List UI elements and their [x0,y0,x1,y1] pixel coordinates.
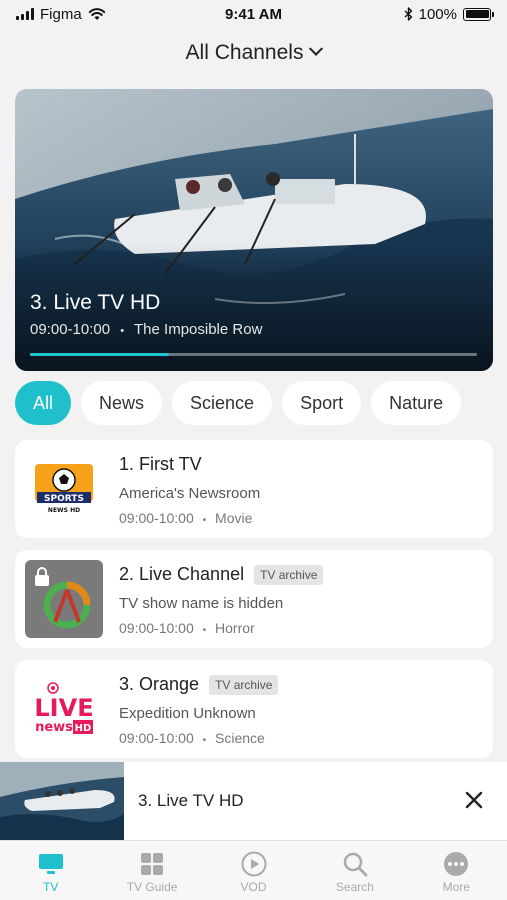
channel-program-time: 09:00-10:00 [119,620,194,636]
channel-list-item[interactable]: SPORTS NEWS HD 1. First TV America's New… [15,440,493,538]
channel-program-name: America's Newsroom [119,485,261,502]
featured-channel-card[interactable]: 3. Live TV HD 09:00-10:00 • The Imposibl… [15,89,493,371]
battery-icon [463,7,494,21]
tab-label: VOD [240,880,267,894]
search-icon [343,852,368,877]
bluetooth-icon [404,7,412,21]
locked-channel-logo [25,560,103,638]
channel-program-meta: 09:00-10:00 • Movie [119,510,252,526]
live-news-hd-logo: LIVE news HD [25,670,103,748]
featured-program-time: 09:00-10:00 [30,321,111,338]
tv-archive-badge: TV archive [254,564,324,585]
close-icon[interactable] [463,789,485,811]
sports-news-hd-logo: SPORTS NEWS HD [25,450,103,528]
wifi-icon [88,8,105,20]
channel-name-row: 2. Live Channel TV archive [119,564,324,585]
featured-program-info: 09:00-10:00 • The Imposible Row [30,321,262,338]
more-icon [444,852,469,876]
channel-program-genre: Movie [215,510,253,526]
separator-dot: • [202,735,207,746]
bottom-tab-bar: TV TV Guide VOD Search More [0,840,507,900]
tab-search[interactable]: Search [304,841,405,900]
category-all[interactable]: All [15,381,72,425]
channel-name: 2. Live Channel [119,564,245,584]
tv-archive-badge: TV archive [209,674,279,695]
logo-live-text: LIVE [34,694,93,722]
status-right: 100% [404,5,494,23]
tv-icon [38,854,63,874]
category-sport[interactable]: Sport [282,381,362,425]
channel-program-name: TV show name is hidden [119,595,284,612]
tab-more[interactable]: More [406,841,507,900]
featured-program-name: The Imposible Row [134,321,263,338]
tab-tv[interactable]: TV [0,841,101,900]
logo-hd-text: HD [75,723,92,734]
channel-program-genre: Horror [215,620,255,636]
tab-label: TV [43,880,59,894]
channel-name: 1. First TV [119,454,202,474]
separator-dot: • [202,515,207,526]
carrier-label: Figma [40,5,82,23]
channel-program-time: 09:00-10:00 [119,510,194,526]
battery-label: 100% [418,5,457,23]
category-filter-row: All News Science Sport Nature [15,381,507,425]
channel-name: 3. Orange [119,674,200,694]
category-science[interactable]: Science [172,381,273,425]
channel-program-genre: Science [215,730,265,746]
status-bar: Figma 9:41 AM 100% [0,0,507,28]
featured-progress-fill [30,353,169,356]
channel-list-item[interactable]: 2. Live Channel TV archive TV show name … [15,550,493,648]
tab-label: Search [335,880,374,894]
signal-icon [16,8,34,20]
status-left: Figma [16,6,106,23]
channel-name-row: 3. Orange TV archive [119,674,279,695]
mini-player-title: 3. Live TV HD [138,791,244,810]
status-time: 9:41 AM [225,5,282,23]
channel-list-item[interactable]: LIVE news HD 3. Orange TV archive Expedi… [15,660,493,758]
channel-program-meta: 09:00-10:00 • Science [119,730,265,746]
featured-channel-title: 3. Live TV HD [30,291,161,314]
featured-progress-bar [30,353,477,356]
separator-dot: • [120,325,125,337]
channel-name-row: 1. First TV [119,454,202,475]
play-circle-icon [241,851,267,877]
logo-news-text: news [35,720,73,735]
logo-sports-text: SPORTS [44,494,84,504]
category-news[interactable]: News [81,381,163,425]
chevron-down-icon [309,41,324,56]
tab-tv-guide[interactable]: TV Guide [101,841,202,900]
tab-label: TV Guide [126,880,178,894]
mini-player[interactable]: 3. Live TV HD [0,762,507,840]
channel-filter-dropdown[interactable]: All Channels [0,36,507,70]
page-title: All Channels [185,41,304,64]
channel-program-meta: 09:00-10:00 • Horror [119,620,255,636]
separator-dot: • [202,625,207,636]
channel-program-name: Expedition Unknown [119,705,256,722]
category-nature[interactable]: Nature [371,381,462,425]
logo-news-hd-text: NEWS HD [48,507,80,514]
mini-player-thumbnail [0,762,124,840]
grid-icon [141,853,164,875]
channel-program-time: 09:00-10:00 [119,730,194,746]
tab-label: More [442,880,470,894]
tab-vod[interactable]: VOD [203,841,304,900]
